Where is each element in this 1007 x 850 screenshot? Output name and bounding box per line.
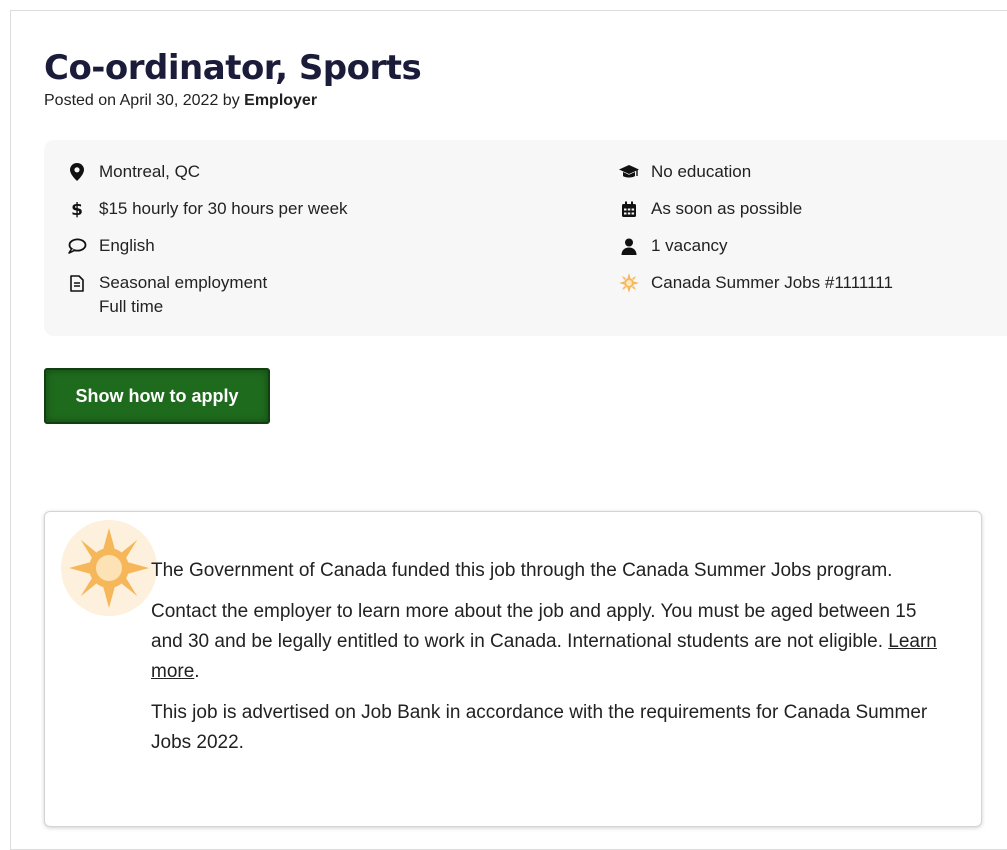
detail-location: Montreal, QC [66,162,200,184]
csj-paragraph-2-end: . [194,661,200,682]
detail-employment: Seasonal employment Full time [66,273,267,319]
document-icon [66,273,88,293]
detail-program: Canada Summer Jobs #1111111 [618,273,893,295]
employment-type: Seasonal employment [99,273,268,292]
csj-paragraph-1: The Government of Canada funded this job… [151,560,893,581]
location-pin-icon [66,162,88,182]
language-text: English [99,236,155,255]
location-text: Montreal, QC [99,162,201,181]
show-how-to-apply-button[interactable]: Show how to apply [44,368,270,424]
posted-date: Posted on April 30, 2022 by [44,92,245,109]
education-text: No education [651,162,752,181]
posted-by: Employer [244,92,318,109]
csj-paragraph-3: This job is advertised on Job Bank in ac… [151,702,928,753]
job-details-panel: Montreal, QC $ $15 hourly for 30 hours p… [44,140,1007,336]
graduation-cap-icon [618,162,640,182]
detail-education: No education [618,162,751,184]
program-text: Canada Summer Jobs #1111111 [651,273,893,292]
start-text: As soon as possible [651,199,803,218]
csj-notice-box: The Government of Canada funded this job… [44,511,982,827]
calendar-icon [618,199,640,219]
person-icon [618,236,640,256]
sun-icon [57,520,165,620]
employment-text: Seasonal employment Full time [99,271,267,319]
employment-schedule: Full time [99,297,164,316]
csj-notice-text: The Government of Canada funded this job… [151,556,941,769]
posted-info: Posted on April 30, 2022 by Employer [44,92,317,110]
speech-bubble-icon [66,236,88,256]
detail-vacancy: 1 vacancy [618,236,728,258]
svg-text:$: $ [71,200,83,219]
vacancy-text: 1 vacancy [651,236,728,255]
dollar-icon: $ [66,199,88,219]
detail-start: As soon as possible [618,199,802,221]
csj-paragraph-2: Contact the employer to learn more about… [151,597,941,687]
sun-icon [618,273,640,293]
salary-text: $15 hourly for 30 hours per week [99,199,348,218]
detail-language: English [66,236,155,258]
csj-paragraph-2-text: Contact the employer to learn more about… [151,601,917,652]
detail-salary: $ $15 hourly for 30 hours per week [66,199,348,221]
job-title: Co-ordinator, Sports [44,48,422,88]
